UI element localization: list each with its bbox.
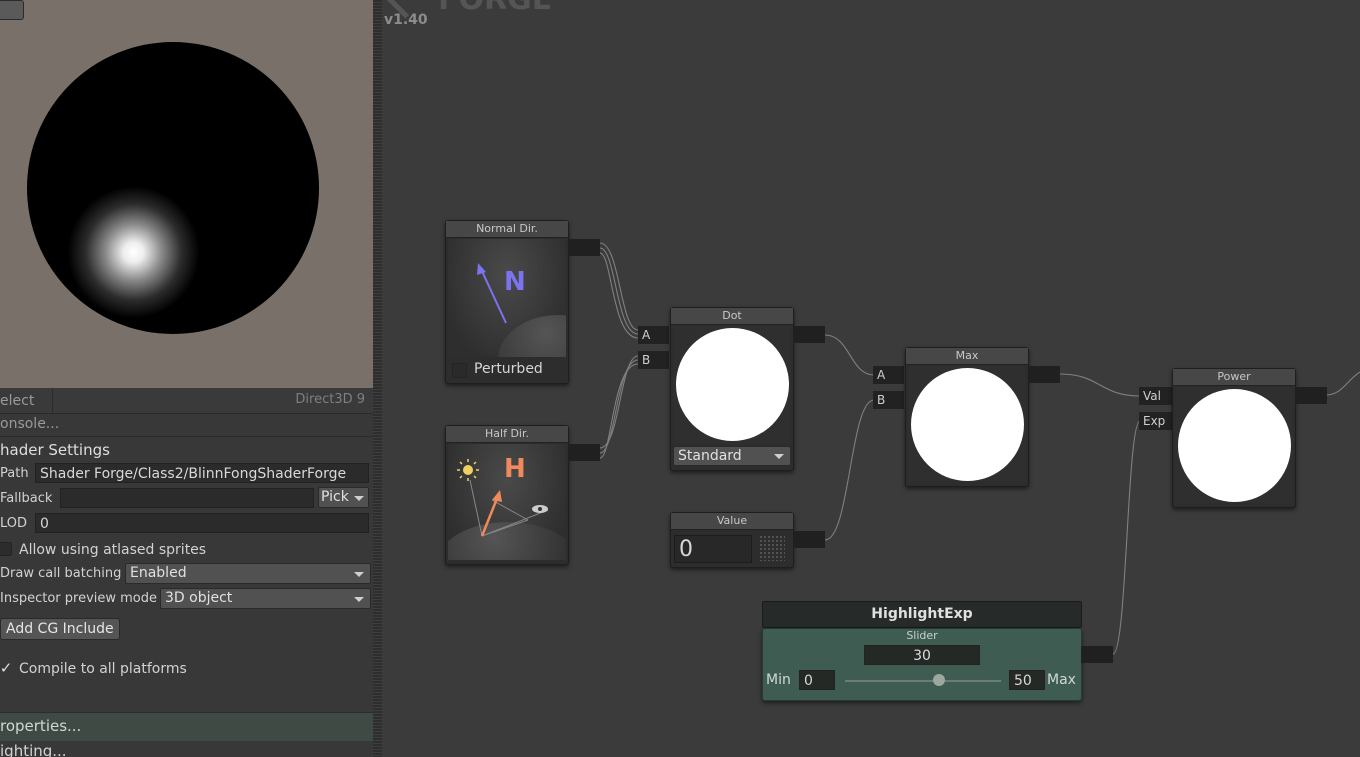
draw-call-dropdown[interactable]: Enabled bbox=[125, 563, 371, 584]
max-preview bbox=[908, 366, 1026, 482]
node-title: Slider bbox=[906, 629, 938, 642]
slider-property-name[interactable]: HighlightExp bbox=[762, 601, 1082, 628]
node-half-dir[interactable]: Half Dir. H bbox=[445, 425, 569, 565]
normal-output-port[interactable] bbox=[568, 239, 600, 256]
preview-circle bbox=[911, 368, 1024, 481]
node-title: Dot bbox=[671, 308, 793, 325]
slider-max-label: Max bbox=[1047, 672, 1076, 688]
slider-min-field[interactable]: 0 bbox=[799, 670, 835, 690]
compile-all-checkbox[interactable]: ✓ bbox=[0, 661, 13, 676]
shader-settings-heading[interactable]: hader Settings bbox=[0, 440, 110, 460]
dot-output-port[interactable] bbox=[793, 326, 825, 343]
node-max[interactable]: Max bbox=[905, 347, 1029, 487]
value-output-port[interactable] bbox=[793, 531, 825, 548]
path-label: Path bbox=[0, 466, 29, 481]
allow-atlased-checkbox[interactable] bbox=[0, 542, 12, 556]
max-input-b[interactable]: B bbox=[873, 391, 904, 409]
panel-splitter[interactable] bbox=[373, 0, 382, 757]
normal-glyph: N bbox=[504, 267, 526, 297]
dot-mode-dropdown[interactable]: Standard bbox=[673, 446, 791, 466]
perturbed-checkbox[interactable] bbox=[452, 363, 467, 378]
inspector-preview-dropdown[interactable]: 3D object bbox=[160, 588, 371, 609]
chevron-down-icon bbox=[354, 597, 364, 602]
fallback-pick-dropdown[interactable]: Pick bbox=[318, 487, 369, 508]
normal-dir-preview: N bbox=[448, 239, 566, 357]
node-title: Value bbox=[671, 513, 793, 530]
power-output-port[interactable] bbox=[1295, 387, 1327, 404]
preview-sphere bbox=[27, 42, 319, 334]
preview-circle bbox=[676, 328, 789, 441]
chevron-down-icon bbox=[354, 572, 364, 577]
half-dir-preview: H bbox=[448, 444, 566, 560]
slider-max-field[interactable]: 50 bbox=[1009, 670, 1045, 690]
properties-section[interactable]: roperties... bbox=[0, 712, 373, 741]
draw-call-value: Enabled bbox=[130, 565, 187, 581]
node-power[interactable]: Power bbox=[1172, 368, 1296, 508]
draw-call-label: Draw call batching bbox=[0, 566, 122, 581]
half-output-port[interactable] bbox=[568, 444, 600, 461]
fallback-field[interactable] bbox=[60, 488, 314, 508]
node-title: Normal Dir. bbox=[446, 221, 568, 238]
dot-input-b[interactable]: B bbox=[638, 351, 669, 369]
preview-circle bbox=[1178, 389, 1291, 502]
max-output-port[interactable] bbox=[1028, 366, 1060, 383]
inspector-panel: elect Direct3D 9 onsole... hader Setting… bbox=[0, 0, 373, 757]
perturbed-label: Perturbed bbox=[474, 361, 543, 377]
inspector-preview-label: Inspector preview mode bbox=[0, 591, 158, 606]
drag-handle-icon[interactable] bbox=[759, 535, 785, 561]
chevron-down-icon bbox=[354, 496, 364, 501]
slider-track[interactable] bbox=[845, 680, 1001, 682]
power-preview bbox=[1175, 387, 1293, 503]
slider-thumb[interactable] bbox=[932, 674, 945, 686]
allow-atlased-label: Allow using atlased sprites bbox=[19, 542, 207, 558]
preview-tab-row: elect Direct3D 9 bbox=[0, 389, 373, 414]
fallback-label: Fallback bbox=[0, 491, 53, 506]
dot-mode-value: Standard bbox=[678, 448, 742, 464]
material-preview[interactable] bbox=[0, 0, 373, 388]
properties-label: roperties... bbox=[0, 717, 82, 735]
lod-label: LOD bbox=[0, 516, 28, 531]
node-value[interactable]: Value 0 bbox=[670, 512, 794, 568]
node-title: Half Dir. bbox=[446, 426, 568, 443]
slider-output-port[interactable] bbox=[1081, 646, 1113, 663]
dot-preview bbox=[673, 326, 791, 444]
node-canvas[interactable]: v1.40 FORGE Normal Dir. N Perturbed Half… bbox=[382, 0, 1360, 757]
half-glyph: H bbox=[504, 454, 526, 484]
normal-arrow-icon bbox=[477, 263, 507, 324]
dot-input-a[interactable]: A bbox=[638, 326, 669, 344]
fallback-pick-label: Pick bbox=[321, 489, 349, 505]
max-input-a[interactable]: A bbox=[873, 366, 904, 384]
power-input-exp[interactable]: Exp bbox=[1139, 412, 1172, 430]
select-tab[interactable]: elect bbox=[0, 389, 53, 413]
slider-min-label: Min bbox=[766, 672, 791, 688]
preview-options-button[interactable] bbox=[0, 0, 24, 20]
compile-all-label: Compile to all platforms bbox=[19, 661, 187, 677]
chevron-down-icon bbox=[774, 454, 784, 459]
logo-text: FORGE bbox=[438, 0, 552, 17]
console-section[interactable]: onsole... bbox=[0, 414, 373, 437]
path-field[interactable]: Shader Forge/Class2/BlinnFongShaderForge bbox=[35, 463, 369, 483]
node-dot[interactable]: Dot Standard bbox=[670, 307, 794, 471]
renderer-label: Direct3D 9 bbox=[295, 392, 365, 407]
power-input-val[interactable]: Val bbox=[1139, 387, 1172, 405]
node-title: Power bbox=[1173, 369, 1295, 386]
lod-field[interactable]: 0 bbox=[35, 513, 369, 533]
lighting-section[interactable]: ighting... bbox=[0, 742, 67, 757]
add-cg-include-button[interactable]: Add CG Include bbox=[0, 618, 120, 640]
node-highlight-exp-slider[interactable]: Slider 30 Min 0 50 Max bbox=[762, 628, 1082, 701]
node-title: Max bbox=[906, 348, 1028, 365]
node-normal-dir[interactable]: Normal Dir. N Perturbed bbox=[445, 220, 569, 384]
value-field[interactable]: 0 bbox=[674, 535, 752, 563]
slider-current-value[interactable]: 30 bbox=[864, 645, 980, 665]
inspector-preview-value: 3D object bbox=[165, 590, 233, 606]
